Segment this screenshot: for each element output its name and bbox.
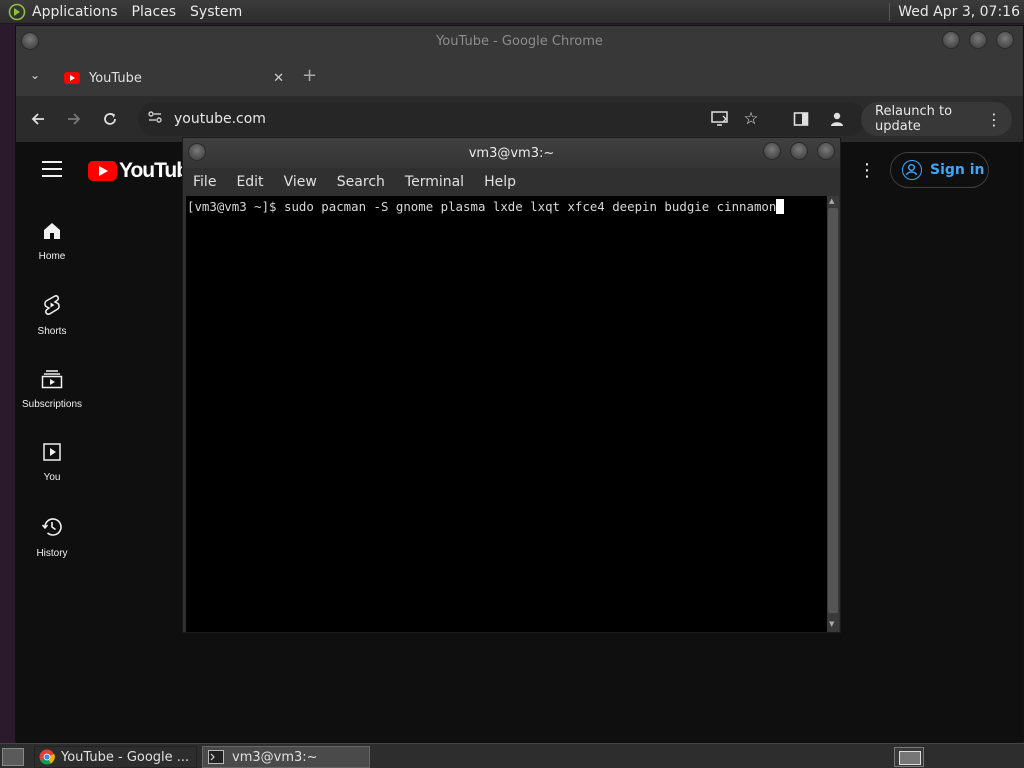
task-chrome[interactable]: YouTube - Google ... — [34, 746, 197, 768]
menu-system[interactable]: System — [190, 4, 242, 20]
typed-command: sudo pacman -S gnome plasma lxde lxqt xf… — [283, 199, 777, 214]
terminal-task-icon — [208, 750, 224, 764]
shell-prompt: [vm3@vm3 ~]$ — [187, 199, 284, 214]
site-info-icon[interactable] — [138, 111, 172, 127]
chrome-toolbar: youtube.com ☆ Relaunch to update ⋮ — [16, 96, 1023, 142]
nav-history-label: History — [36, 548, 68, 559]
terminal-window-menu-button[interactable] — [188, 143, 206, 161]
terminal-menu-search[interactable]: Search — [337, 174, 385, 190]
terminal-menu-terminal[interactable]: Terminal — [405, 174, 464, 190]
settings-kebab-icon[interactable]: ⋮ — [858, 160, 876, 181]
nav-home-label: Home — [38, 251, 66, 262]
minimize-button[interactable] — [942, 31, 960, 49]
account-circle-icon — [902, 160, 922, 180]
youtube-favicon-icon — [64, 72, 80, 84]
terminal-menu-file[interactable]: File — [193, 174, 216, 190]
subscriptions-icon — [41, 369, 63, 393]
chrome-titlebar[interactable]: YouTube - Google Chrome — [16, 26, 1023, 56]
panel-clock[interactable]: Wed Apr 3, 07:16 — [898, 4, 1020, 20]
history-icon — [41, 516, 63, 542]
tab-youtube[interactable]: YouTube ✕ — [52, 60, 292, 96]
nav-subscriptions-label: Subscriptions — [21, 399, 83, 410]
terminal-menu-help[interactable]: Help — [484, 174, 516, 190]
terminal-maximize-button[interactable] — [790, 142, 808, 160]
nav-subscriptions[interactable]: Subscriptions — [16, 369, 88, 443]
terminal-minimize-button[interactable] — [763, 142, 781, 160]
panel-separator — [889, 2, 891, 21]
terminal-window: vm3@vm3:~ File Edit View Search Terminal… — [182, 137, 841, 633]
terminal-output[interactable]: [vm3@vm3 ~]$ sudo pacman -S gnome plasma… — [186, 196, 828, 632]
tab-close-icon[interactable]: ✕ — [273, 71, 284, 86]
task-terminal[interactable]: vm3@vm3:~ — [202, 746, 370, 768]
tab-title: YouTube — [89, 70, 142, 86]
top-panel: Applications Places System Wed Apr 3, 07… — [0, 0, 1024, 24]
chrome-window-title: YouTube - Google Chrome — [436, 33, 603, 49]
youtube-play-logo-icon — [88, 161, 117, 181]
terminal-scrollbar[interactable]: ▲ ▼ — [827, 196, 839, 632]
terminal-menu-view[interactable]: View — [284, 174, 317, 190]
new-tab-plus-icon[interactable]: + — [302, 65, 317, 86]
reload-icon[interactable] — [96, 105, 124, 133]
terminal-menubar: File Edit View Search Terminal Help — [183, 168, 840, 196]
nav-home[interactable]: Home — [16, 221, 88, 295]
nav-you-label: You — [43, 472, 61, 483]
text-cursor — [776, 199, 785, 214]
terminal-window-title: vm3@vm3:~ — [468, 145, 555, 161]
chrome-logo-icon — [39, 749, 55, 765]
tab-search-chevron-icon[interactable]: ⌄ — [30, 68, 40, 82]
window-menu-button[interactable] — [21, 32, 39, 50]
scroll-up-arrow-icon[interactable]: ▲ — [829, 197, 834, 205]
url-text: youtube.com — [174, 111, 266, 127]
nav-you[interactable]: You — [16, 442, 88, 516]
terminal-titlebar[interactable]: vm3@vm3:~ — [183, 138, 840, 168]
chrome-menu-dots-icon[interactable]: ⋮ — [986, 110, 1002, 129]
install-app-icon[interactable] — [706, 105, 734, 133]
you-icon — [42, 442, 62, 466]
sign-in-label: Sign in — [930, 162, 985, 178]
side-panel-icon[interactable] — [787, 105, 815, 133]
menu-applications[interactable]: Applications — [32, 4, 118, 20]
show-desktop-icon[interactable] — [2, 748, 24, 766]
task-chrome-label: YouTube - Google ... — [61, 749, 190, 765]
nav-history[interactable]: History — [16, 516, 88, 590]
bookmark-star-icon[interactable]: ☆ — [737, 105, 765, 133]
scrollbar-thumb[interactable] — [828, 208, 838, 613]
back-arrow-icon[interactable] — [24, 105, 52, 133]
profile-icon[interactable] — [823, 105, 851, 133]
scroll-down-arrow-icon[interactable]: ▼ — [829, 620, 834, 628]
terminal-menu-edit[interactable]: Edit — [236, 174, 263, 190]
terminal-close-button[interactable] — [817, 142, 835, 160]
menu-places[interactable]: Places — [132, 4, 177, 20]
hamburger-menu-icon[interactable] — [42, 161, 62, 182]
nav-shorts[interactable]: Shorts — [16, 294, 88, 368]
relaunch-label: Relaunch to update — [875, 104, 953, 134]
tab-strip: ⌄ YouTube ✕ + — [16, 56, 1023, 96]
close-window-button[interactable] — [996, 31, 1014, 49]
maximize-button[interactable] — [969, 31, 987, 49]
home-icon — [42, 221, 62, 245]
os-logo-icon[interactable] — [6, 1, 28, 23]
sign-in-button[interactable]: Sign in — [890, 152, 989, 188]
task-terminal-label: vm3@vm3:~ — [232, 749, 318, 765]
relaunch-update-button[interactable]: Relaunch to update ⋮ — [861, 102, 1012, 136]
forward-arrow-icon[interactable] — [60, 105, 88, 133]
nav-shorts-label: Shorts — [37, 326, 67, 337]
workspace-switcher[interactable] — [894, 747, 924, 767]
shorts-icon — [42, 294, 62, 320]
bottom-taskbar: YouTube - Google ... vm3@vm3:~ — [0, 743, 1024, 768]
